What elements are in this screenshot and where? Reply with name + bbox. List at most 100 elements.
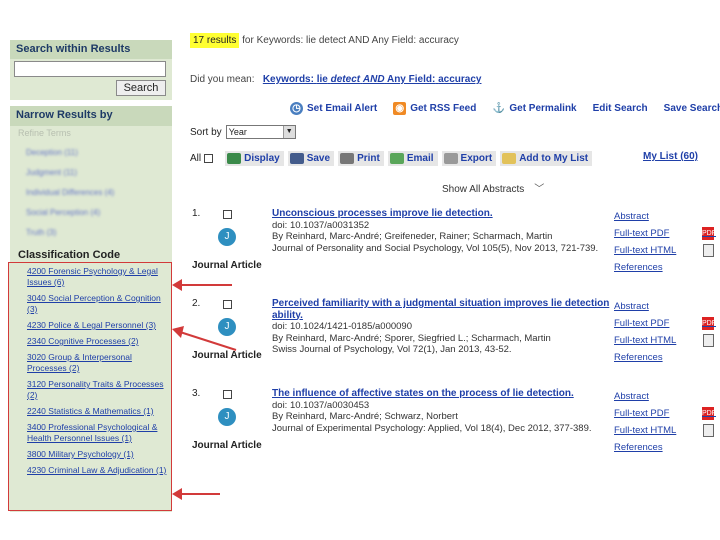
refine-term-item[interactable]: Truth (3) bbox=[26, 222, 172, 242]
refine-term-item[interactable]: Individual Differences (4) bbox=[26, 182, 172, 202]
narrow-results-heading: Narrow Results by bbox=[10, 106, 172, 126]
envelope-icon bbox=[389, 152, 404, 164]
did-you-mean-link[interactable]: Keywords: lie detect AND Any Field: accu… bbox=[263, 74, 482, 85]
result-body: The influence of affective states on the… bbox=[272, 388, 612, 434]
result-checkbox[interactable] bbox=[223, 300, 232, 309]
result-source: Journal of Experimental Psychology: Appl… bbox=[272, 422, 592, 434]
full-text-pdf-link[interactable]: Full-text PDF PDF bbox=[614, 405, 716, 422]
references-link[interactable]: References bbox=[614, 439, 714, 456]
search-within-heading: Search within Results bbox=[10, 40, 172, 59]
result-item: 2. J Journal Article Perceived familiari… bbox=[190, 298, 720, 382]
search-within-panel: Search within Results Search bbox=[10, 40, 172, 100]
result-type: Journal Article bbox=[192, 260, 262, 271]
journal-article-icon: J bbox=[218, 228, 236, 246]
classification-code-list: 4200 Forensic Psychology & Legal Issues … bbox=[27, 266, 171, 476]
export-icon bbox=[443, 152, 458, 164]
result-authors: By Reinhard, Marc-André; Schwarz, Norber… bbox=[272, 411, 458, 422]
display-button[interactable]: Display bbox=[225, 150, 284, 166]
results-summary: 17 results for Keywords: lie detect AND … bbox=[190, 33, 459, 48]
classification-item[interactable]: 3120 Personality Traits & Processes (2) bbox=[27, 379, 167, 401]
search-within-input[interactable] bbox=[14, 61, 166, 77]
pdf-icon: PDF bbox=[702, 227, 716, 240]
add-to-my-list-button[interactable]: Add to My List bbox=[500, 150, 593, 166]
result-checkbox[interactable] bbox=[223, 210, 232, 219]
classification-item[interactable]: 3800 Military Psychology (1) bbox=[27, 449, 167, 460]
refine-term-item[interactable]: Social Perception (4) bbox=[26, 202, 172, 222]
sort-by-select[interactable]: Year ▼ bbox=[225, 125, 296, 139]
export-button[interactable]: Export bbox=[441, 150, 497, 166]
refine-term-item[interactable]: Judgment (11) bbox=[26, 162, 172, 182]
classification-item[interactable]: 2240 Statistics & Mathematics (1) bbox=[27, 406, 167, 417]
get-rss-feed-button[interactable]: ◉ Get RSS Feed bbox=[393, 102, 476, 115]
result-item: 1. J Journal Article Unconscious process… bbox=[190, 208, 720, 292]
result-doi: doi: 10.1024/1421-0185/a000090 bbox=[272, 321, 412, 332]
classification-item[interactable]: 3020 Group & Interpersonal Processes (2) bbox=[27, 352, 167, 374]
refine-term-item[interactable]: Deception (11) bbox=[26, 142, 172, 162]
alarm-clock-icon: ◷ bbox=[290, 102, 303, 115]
references-link[interactable]: References bbox=[614, 259, 714, 276]
html-document-icon bbox=[703, 334, 714, 347]
floppy-disk-icon bbox=[289, 152, 304, 164]
result-source: Journal of Personality and Social Psycho… bbox=[272, 242, 599, 254]
result-doi: doi: 10.1037/a0031352 bbox=[272, 219, 370, 231]
classification-code-list-highlight: 4200 Forensic Psychology & Legal Issues … bbox=[8, 262, 172, 511]
result-checkbox[interactable] bbox=[223, 390, 232, 399]
full-text-pdf-link[interactable]: Full-text PDF PDF bbox=[614, 225, 716, 242]
references-link[interactable]: References bbox=[614, 349, 714, 366]
classification-item[interactable]: 4200 Forensic Psychology & Legal Issues … bbox=[27, 266, 167, 288]
get-permalink-button[interactable]: ⚓ Get Permalink bbox=[492, 102, 577, 115]
result-links: Abstract Full-text PDF PDF Full-text HTML… bbox=[614, 208, 716, 276]
full-text-html-link[interactable]: Full-text HTML bbox=[614, 242, 714, 259]
classification-item[interactable]: 4230 Criminal Law & Adjudication (1) bbox=[27, 465, 167, 476]
result-type: Journal Article bbox=[192, 350, 262, 361]
set-email-alert-button[interactable]: ◷ Set Email Alert bbox=[290, 102, 377, 115]
full-text-html-link[interactable]: Full-text HTML bbox=[614, 332, 714, 349]
result-body: Unconscious processes improve lie detect… bbox=[272, 208, 612, 254]
sort-by-label: Sort by bbox=[190, 126, 222, 138]
classification-item[interactable]: 3400 Professional Psychological & Health… bbox=[27, 422, 167, 444]
print-button[interactable]: Print bbox=[338, 150, 384, 166]
full-text-pdf-link[interactable]: Full-text PDF PDF bbox=[614, 315, 716, 332]
chevron-down-icon: ﹀ bbox=[534, 184, 545, 195]
abstract-link[interactable]: Abstract bbox=[614, 298, 714, 315]
refine-terms-list: Deception (11) Judgment (11) Individual … bbox=[10, 140, 172, 242]
did-you-mean: Did you mean: Keywords: lie detect AND A… bbox=[190, 74, 482, 85]
annotation-arrow-icon bbox=[172, 488, 220, 500]
pdf-icon: PDF bbox=[702, 317, 716, 330]
my-list-link[interactable]: My List (60) bbox=[643, 151, 698, 162]
html-document-icon bbox=[703, 424, 714, 437]
result-number: 1. bbox=[192, 208, 201, 219]
display-icon bbox=[227, 152, 242, 164]
anchor-icon: ⚓ bbox=[492, 103, 506, 114]
show-all-abstracts-toggle[interactable]: Show All Abstracts ﹀ bbox=[442, 180, 544, 195]
result-item: 3. J Journal Article The influence of af… bbox=[190, 388, 720, 472]
result-type: Journal Article bbox=[192, 440, 262, 451]
save-search-link[interactable]: Save Search bbox=[664, 102, 720, 115]
classification-item[interactable]: 4230 Police & Legal Personnel (3) bbox=[27, 320, 167, 331]
result-doi: doi: 10.1037/a0030453 bbox=[272, 399, 370, 411]
abstract-link[interactable]: Abstract bbox=[614, 388, 714, 405]
classification-item[interactable]: 3040 Social Perception & Cognition (3) bbox=[27, 293, 167, 315]
classification-item[interactable]: 2340 Cognitive Processes (2) bbox=[27, 336, 167, 347]
result-title-link[interactable]: The influence of affective states on the… bbox=[272, 388, 612, 400]
search-button[interactable]: Search bbox=[116, 80, 166, 96]
email-button[interactable]: Email bbox=[387, 150, 438, 166]
result-number: 3. bbox=[192, 388, 201, 399]
result-title-link[interactable]: Perceived familiarity with a judgmental … bbox=[272, 298, 612, 321]
result-authors: By Reinhard, Marc-André; Greifeneder, Ra… bbox=[272, 231, 553, 242]
results-actions-toolbar: All Display Save Print Email Export Add … bbox=[190, 150, 710, 166]
journal-article-icon: J bbox=[218, 318, 236, 336]
sort-by: Sort by Year ▼ bbox=[190, 125, 296, 139]
save-button[interactable]: Save bbox=[287, 150, 335, 166]
select-all-checkbox[interactable] bbox=[204, 153, 214, 163]
result-title-link[interactable]: Unconscious processes improve lie detect… bbox=[272, 208, 612, 220]
result-authors: By Reinhard, Marc-André; Sporer, Siegfri… bbox=[272, 332, 551, 344]
result-links: Abstract Full-text PDF PDF Full-text HTML… bbox=[614, 388, 716, 456]
full-text-html-link[interactable]: Full-text HTML bbox=[614, 422, 714, 439]
abstract-link[interactable]: Abstract bbox=[614, 208, 714, 225]
result-body: Perceived familiarity with a judgmental … bbox=[272, 298, 612, 356]
search-tools-toolbar: ◷ Set Email Alert ◉ Get RSS Feed ⚓ Get Perm… bbox=[290, 102, 720, 115]
html-document-icon bbox=[703, 244, 714, 257]
edit-search-link[interactable]: Edit Search bbox=[593, 102, 648, 115]
select-all: All bbox=[190, 153, 214, 164]
